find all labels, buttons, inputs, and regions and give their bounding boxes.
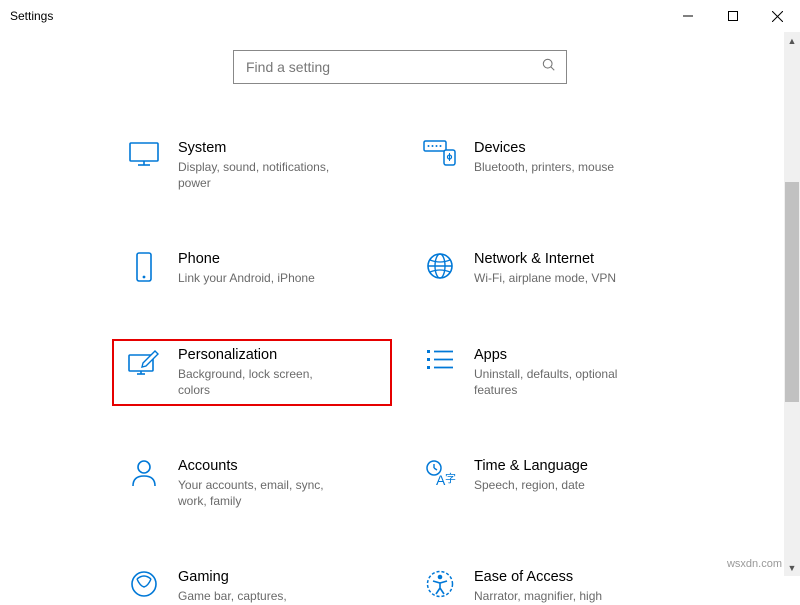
tile-devices[interactable]: Devices Bluetooth, printers, mouse	[416, 140, 680, 191]
tile-time-language[interactable]: A字 Time & Language Speech, region, date	[416, 458, 680, 509]
tile-title: Phone	[178, 251, 315, 267]
vertical-scrollbar[interactable]: ▲ ▼	[784, 32, 800, 576]
tile-desc: Narrator, magnifier, high	[474, 588, 602, 604]
window-title: Settings	[10, 9, 53, 23]
tile-system[interactable]: System Display, sound, notifications, po…	[120, 140, 384, 191]
tile-desc: Background, lock screen, colors	[178, 366, 343, 398]
phone-icon	[124, 251, 164, 283]
tile-desc: Display, sound, notifications, power	[178, 159, 343, 191]
search-icon	[542, 58, 556, 77]
maximize-button[interactable]	[710, 0, 755, 32]
tile-personalization[interactable]: Personalization Background, lock screen,…	[120, 347, 384, 398]
scroll-down-arrow[interactable]: ▼	[784, 559, 800, 576]
tile-apps[interactable]: Apps Uninstall, defaults, optional featu…	[416, 347, 680, 398]
devices-icon	[420, 140, 460, 166]
tile-title: Personalization	[178, 347, 343, 363]
title-bar: Settings	[0, 0, 800, 32]
tile-title: Ease of Access	[474, 569, 602, 585]
tile-desc: Game bar, captures,	[178, 588, 287, 604]
scroll-up-arrow[interactable]: ▲	[784, 32, 800, 49]
close-icon	[772, 11, 783, 22]
tile-desc: Your accounts, email, sync, work, family	[178, 477, 343, 509]
close-button[interactable]	[755, 0, 800, 32]
watermark: wsxdn.com	[727, 558, 782, 570]
tile-title: System	[178, 140, 343, 156]
tile-title: Network & Internet	[474, 251, 616, 267]
minimize-icon	[683, 11, 693, 21]
search-input[interactable]	[246, 59, 542, 75]
tile-desc: Wi-Fi, airplane mode, VPN	[474, 270, 616, 286]
apps-icon	[420, 347, 460, 373]
tile-desc: Link your Android, iPhone	[178, 270, 315, 286]
network-icon	[420, 251, 460, 281]
tile-title: Gaming	[178, 569, 287, 585]
tile-network[interactable]: Network & Internet Wi-Fi, airplane mode,…	[416, 251, 680, 286]
tile-accounts[interactable]: Accounts Your accounts, email, sync, wor…	[120, 458, 384, 509]
tile-ease-of-access[interactable]: Ease of Access Narrator, magnifier, high	[416, 569, 680, 604]
search-box[interactable]	[233, 50, 567, 84]
window-controls	[665, 0, 800, 32]
tile-title: Time & Language	[474, 458, 588, 474]
tile-title: Devices	[474, 140, 614, 156]
ease-of-access-icon	[420, 569, 460, 599]
tile-gaming[interactable]: Gaming Game bar, captures,	[120, 569, 384, 604]
gaming-icon	[124, 569, 164, 599]
accounts-icon	[124, 458, 164, 488]
tile-phone[interactable]: Phone Link your Android, iPhone	[120, 251, 384, 286]
tile-desc: Speech, region, date	[474, 477, 588, 493]
tile-desc: Uninstall, defaults, optional features	[474, 366, 639, 398]
tile-title: Accounts	[178, 458, 343, 474]
maximize-icon	[728, 11, 738, 21]
scroll-thumb[interactable]	[785, 182, 799, 402]
minimize-button[interactable]	[665, 0, 710, 32]
personalization-icon	[124, 347, 164, 377]
system-icon	[124, 140, 164, 168]
settings-grid: System Display, sound, notifications, po…	[120, 140, 680, 605]
tile-desc: Bluetooth, printers, mouse	[474, 159, 614, 175]
time-language-icon: A字	[420, 458, 460, 488]
svg-text:字: 字	[445, 471, 456, 485]
tile-title: Apps	[474, 347, 639, 363]
